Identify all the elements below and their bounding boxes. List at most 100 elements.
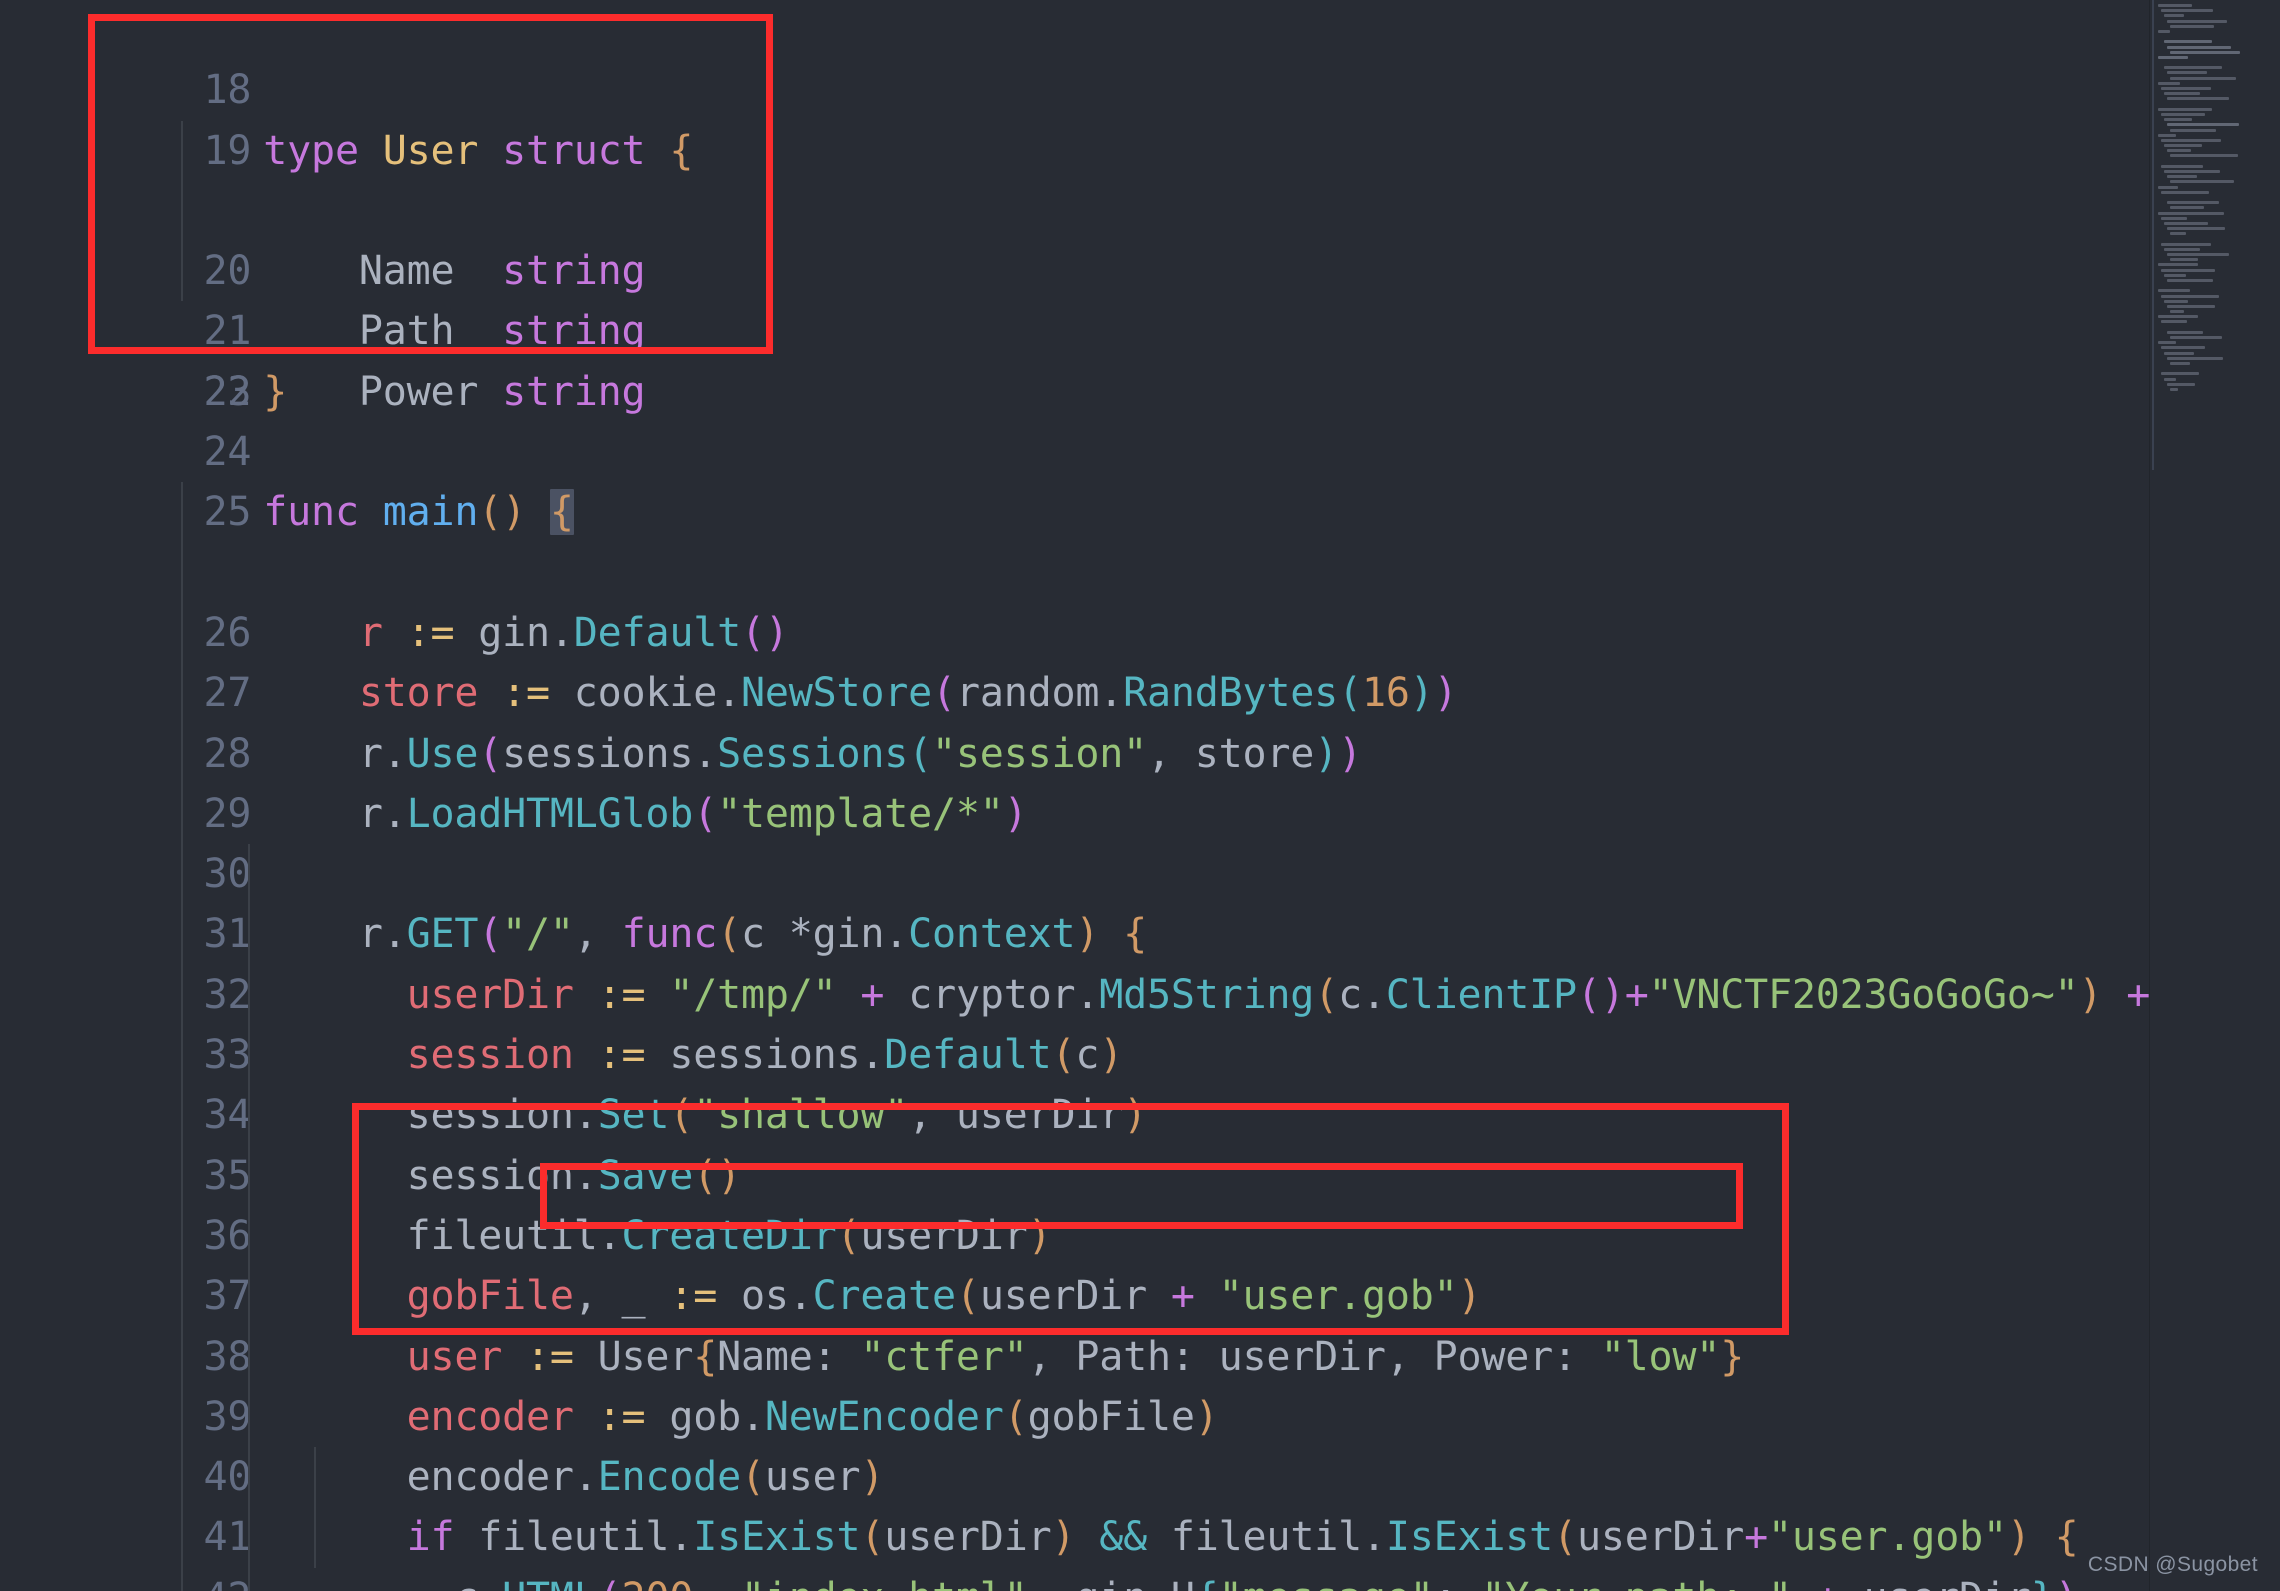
indent-guide bbox=[181, 663, 183, 724]
code-line[interactable]: 22 Power string bbox=[0, 241, 2150, 415]
indent-guide bbox=[248, 1567, 250, 1591]
code-line[interactable]: 23} bbox=[0, 301, 2150, 415]
minimap-row bbox=[2158, 263, 2198, 267]
minimap-row bbox=[2164, 221, 2208, 225]
code-line[interactable]: 30 bbox=[0, 723, 2150, 897]
minimap-row bbox=[2158, 289, 2190, 293]
code-line[interactable]: 37 gobFile, _ := os.Create(userDir + "us… bbox=[0, 1145, 2150, 1319]
minimap-row bbox=[2164, 273, 2186, 277]
indent-guide bbox=[181, 844, 183, 905]
minimap-row bbox=[2167, 304, 2215, 308]
code-line[interactable]: 39 encoder := gob.NewEncoder(gobFile) bbox=[0, 1266, 2150, 1440]
minimap-row bbox=[2158, 133, 2176, 137]
minimap-row bbox=[2170, 310, 2184, 314]
code-line[interactable]: 38 user := User{Name: "ctfer", Path: use… bbox=[0, 1205, 2150, 1380]
minimap-scroll-edge[interactable] bbox=[2152, 0, 2154, 470]
code-line[interactable]: 21 Path string bbox=[0, 180, 2150, 354]
minimap-row bbox=[2158, 107, 2212, 111]
minimap-row bbox=[2167, 382, 2195, 386]
minimap-row bbox=[2161, 346, 2205, 350]
code-line[interactable]: 43 return bbox=[0, 1507, 2150, 1568]
indent-guide bbox=[181, 1386, 183, 1448]
indent-guide bbox=[181, 482, 183, 543]
indent-guide bbox=[248, 1447, 250, 1508]
code-line[interactable]: 40 encoder.Encode(user) bbox=[0, 1326, 2150, 1500]
code-line[interactable]: 35 session.Save() bbox=[0, 1025, 2150, 1199]
minimap-row bbox=[2158, 81, 2180, 85]
code-line[interactable]: 36 fileutil.CreateDir(userDir) bbox=[0, 1085, 2150, 1259]
minimap-row bbox=[2167, 123, 2239, 127]
indent-guide bbox=[248, 964, 250, 1026]
code-line[interactable]: 44 } bbox=[0, 1567, 2150, 1591]
indent-guide bbox=[181, 723, 183, 784]
minimap-row bbox=[2167, 253, 2229, 256]
minimap-row bbox=[2161, 138, 2221, 142]
indent-guide bbox=[181, 602, 183, 664]
minimap-row bbox=[2170, 361, 2190, 365]
minimap-row bbox=[2158, 55, 2188, 59]
indent-guide bbox=[248, 1507, 250, 1568]
minimap-row bbox=[2161, 320, 2187, 324]
indent-guide bbox=[181, 542, 183, 603]
code-line[interactable]: 18 bbox=[0, 0, 2150, 113]
indent-guide bbox=[181, 1085, 183, 1146]
minimap-row bbox=[2170, 336, 2222, 339]
code-line[interactable]: 24 bbox=[0, 362, 2150, 475]
code-line[interactable]: 29 r.LoadHTMLGlob("template/*") bbox=[0, 663, 2150, 837]
minimap-row bbox=[2164, 144, 2202, 148]
minimap-row bbox=[2164, 299, 2188, 303]
minimap-row bbox=[2164, 351, 2194, 355]
indent-guide bbox=[248, 1025, 250, 1086]
indent-guide bbox=[248, 1326, 250, 1387]
minimap-row bbox=[2158, 315, 2198, 319]
minimap-row bbox=[2167, 175, 2197, 179]
indent-guide bbox=[181, 241, 183, 302]
minimap[interactable] bbox=[2150, 0, 2280, 1591]
minimap-row bbox=[2164, 14, 2184, 18]
minimap-row bbox=[2170, 258, 2198, 262]
minimap-row bbox=[2167, 71, 2207, 75]
code-line[interactable]: 28 r.Use(sessions.Sessions("session", st… bbox=[0, 602, 2150, 777]
code-line[interactable]: 19 type User struct { bbox=[0, 60, 2150, 174]
indent-guide bbox=[181, 1326, 183, 1387]
code-line[interactable]: 25 func main() { bbox=[0, 422, 2150, 536]
minimap-row bbox=[2161, 242, 2211, 246]
minimap-row bbox=[2170, 76, 2236, 80]
minimap-row bbox=[2164, 40, 2212, 44]
code-line[interactable]: 20 Name string bbox=[0, 120, 2150, 294]
code-line[interactable]: 32 userDir := "/tmp/" + cryptor.Md5Strin… bbox=[0, 844, 2150, 1018]
indent-guide bbox=[314, 1447, 316, 1508]
minimap-row bbox=[2161, 216, 2187, 220]
indent-guide bbox=[181, 783, 183, 845]
minimap-row bbox=[2161, 372, 2199, 376]
minimap-row bbox=[2167, 97, 2229, 101]
minimap-row bbox=[2167, 19, 2227, 23]
minimap-row bbox=[2167, 356, 2223, 360]
minimap-row bbox=[2170, 206, 2204, 210]
indent-guide bbox=[248, 1386, 250, 1448]
indent-guide bbox=[181, 180, 183, 242]
minimap-row bbox=[2167, 45, 2231, 49]
minimap-row bbox=[2161, 190, 2209, 194]
minimap-row bbox=[2164, 170, 2220, 173]
indent-guide bbox=[181, 120, 183, 181]
code-line[interactable]: 42 c.HTML(200, "index.html", gin.H{"mess… bbox=[0, 1447, 2150, 1591]
minimap-row bbox=[2161, 87, 2211, 90]
minimap-row bbox=[2170, 232, 2186, 236]
code-line[interactable]: 27 store := cookie.NewStore(random.RandB… bbox=[0, 542, 2150, 716]
minimap-row bbox=[2167, 330, 2203, 334]
indent-guide bbox=[181, 904, 183, 965]
minimap-row bbox=[2164, 66, 2222, 70]
minimap-row bbox=[2167, 149, 2191, 153]
code-line[interactable]: 31 r.GET("/", func(c *gin.Context) { bbox=[0, 783, 2150, 957]
code-line[interactable]: 26 r := gin.Default() bbox=[0, 482, 2150, 656]
code-lines-container[interactable]: 18 19 type User struct { 20 Name string 2… bbox=[0, 0, 2150, 1591]
code-line[interactable]: 33 session := sessions.Default(c) bbox=[0, 904, 2150, 1078]
watermark-text: CSDN @Sugobet bbox=[2087, 1553, 2258, 1576]
code-line[interactable]: 41 if fileutil.IsExist(userDir) && fileu… bbox=[0, 1386, 2150, 1560]
indent-guide bbox=[181, 1507, 183, 1568]
indent-guide bbox=[181, 1205, 183, 1267]
indent-guide bbox=[181, 1266, 183, 1327]
minimap-row bbox=[2170, 180, 2234, 184]
code-line[interactable]: 34 session.Set("shallow", userDir) bbox=[0, 964, 2150, 1138]
